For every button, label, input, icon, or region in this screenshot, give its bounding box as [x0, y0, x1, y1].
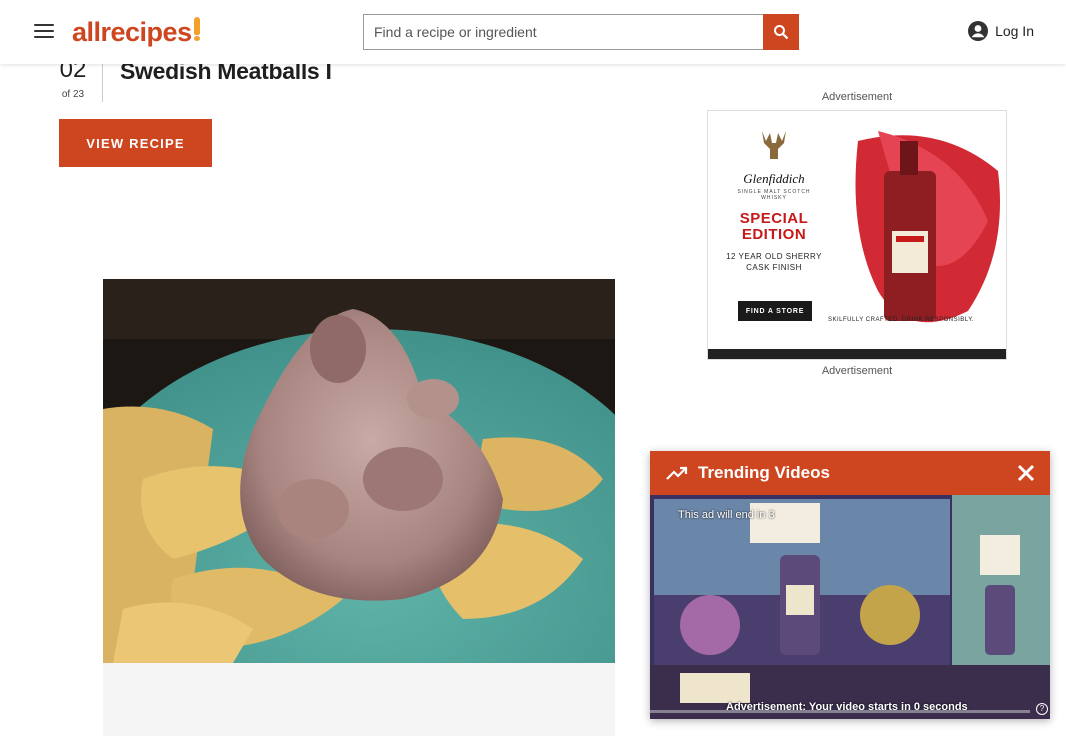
search-input[interactable]: [363, 14, 763, 50]
find-a-store-button[interactable]: FIND A STORE: [738, 301, 812, 321]
ad-label-top: Advertisement: [821, 91, 893, 103]
login-label: Log In: [995, 23, 1034, 39]
trending-videos-title: Trending Videos: [698, 463, 830, 482]
hamburger-menu-icon[interactable]: [30, 20, 58, 44]
ad-special-edition: SPECIAL EDITION: [739, 210, 809, 243]
user-account-icon: [968, 21, 989, 41]
trending-up-icon: [666, 466, 688, 480]
search-bar: [363, 14, 799, 50]
ad-legal-strip: [708, 349, 1006, 359]
ad-label-bottom: Advertisement: [821, 365, 893, 377]
ad-brand: Glenfiddich: [743, 171, 805, 186]
spoon-icon: [193, 17, 200, 41]
allrecipes-logo[interactable]: allrecipes: [72, 14, 200, 50]
video-ad-frame-image: [650, 495, 1050, 719]
logo-text: allrecipes: [72, 17, 192, 47]
ad-brand-sub: SINGLE MALT SCOTCH WHISKY: [737, 189, 811, 201]
search-button[interactable]: [763, 14, 799, 50]
photo-caption-area: [103, 663, 615, 736]
glenfiddich-ad[interactable]: Glenfiddich SINGLE MALT SCOTCH WHISKY SP…: [707, 110, 1007, 360]
recipe-photo[interactable]: [103, 279, 615, 663]
slide-total: of 23: [61, 89, 85, 100]
search-icon: [774, 25, 789, 40]
video-player[interactable]: This ad will end in 3 Advertisement: You…: [650, 495, 1050, 719]
trending-videos-header: Trending Videos: [650, 451, 1050, 495]
ad-sherry-finish: 12 YEAR OLD SHERRY CASK FINISH: [726, 252, 822, 272]
site-header: allrecipes Log In: [0, 0, 1066, 64]
view-recipe-button[interactable]: VIEW RECIPE: [59, 119, 212, 167]
ad-tagline: SKILFULLY CRAFTED. DRINK RESPONSIBLY.: [828, 317, 975, 323]
login-link[interactable]: Log In: [967, 20, 1034, 42]
video-progress-bar[interactable]: [650, 710, 1030, 713]
ad-countdown-text: This ad will end in 3: [678, 509, 775, 521]
stag-logo-icon: [762, 131, 786, 159]
close-icon[interactable]: [1016, 463, 1036, 483]
help-icon[interactable]: ?: [1036, 703, 1048, 715]
meatballs-photo-image: [103, 279, 615, 663]
trending-videos-panel: Trending Videos This ad will end in 3 Ad…: [650, 451, 1050, 719]
